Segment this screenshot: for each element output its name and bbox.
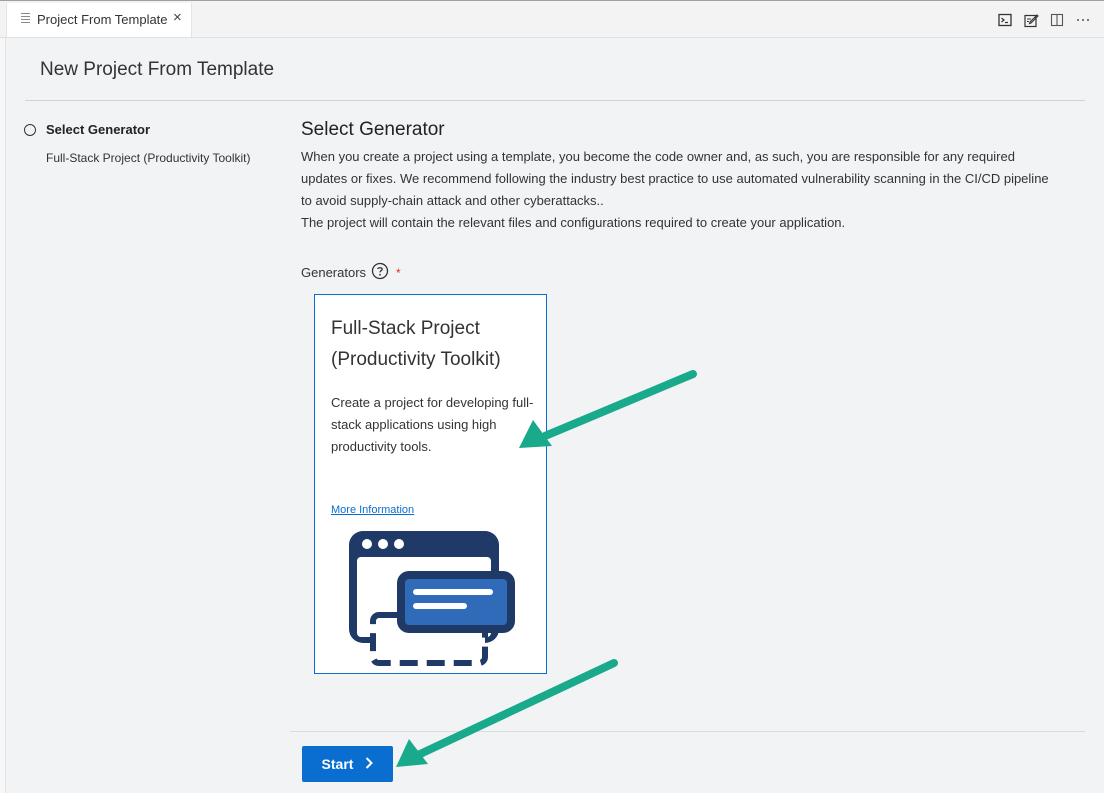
card-description: Create a project for developing full-sta… bbox=[331, 395, 534, 454]
section-description: When you create a project using a templa… bbox=[301, 146, 1061, 234]
step-indicator-icon bbox=[24, 124, 36, 136]
step-selection: Full-Stack Project (Productivity Toolkit… bbox=[46, 151, 251, 165]
description-paragraph: When you create a project using a templa… bbox=[301, 149, 1049, 208]
start-button[interactable]: Start bbox=[302, 746, 393, 782]
editor-tab[interactable]: Project From Template × bbox=[6, 3, 192, 37]
chevron-right-icon bbox=[365, 756, 374, 772]
description-paragraph: The project will contain the relevant fi… bbox=[301, 215, 846, 230]
section-title: Select Generator bbox=[301, 119, 445, 140]
tab-label: Project From Template bbox=[37, 12, 168, 27]
card-title: Full-Stack Project (Productivity Toolkit… bbox=[331, 318, 501, 370]
more-icon[interactable] bbox=[1074, 11, 1092, 29]
required-marker: * bbox=[396, 265, 401, 280]
header-divider bbox=[25, 100, 1085, 101]
more-information-link[interactable]: More Information bbox=[331, 504, 414, 516]
tab-close-button[interactable]: × bbox=[173, 10, 182, 26]
footer-divider bbox=[290, 731, 1085, 732]
annotation-arrow-to-card bbox=[519, 370, 697, 448]
start-label: Start bbox=[321, 756, 354, 772]
help-circle-icon[interactable] bbox=[371, 262, 389, 283]
activity-edge bbox=[0, 38, 6, 793]
tab-file-icon bbox=[21, 13, 30, 23]
tab-bar: Project From Template × bbox=[0, 0, 1104, 38]
split-editor-icon[interactable] bbox=[1048, 11, 1066, 29]
window-top-border bbox=[0, 0, 1104, 1]
step-title[interactable]: Select Generator bbox=[46, 122, 150, 137]
edit-icon[interactable] bbox=[1022, 11, 1040, 29]
annotation-arrow-to-start bbox=[396, 659, 618, 767]
terminal-icon[interactable] bbox=[996, 11, 1014, 29]
generators-label-text: Generators bbox=[301, 265, 367, 280]
page-title: New Project From Template bbox=[40, 59, 275, 80]
editor-actions bbox=[996, 11, 1092, 29]
fullstack-illustration-icon bbox=[349, 531, 515, 666]
generator-card[interactable]: Full-Stack Project (Productivity Toolkit… bbox=[314, 294, 547, 674]
generators-label: Generators * bbox=[301, 262, 401, 283]
